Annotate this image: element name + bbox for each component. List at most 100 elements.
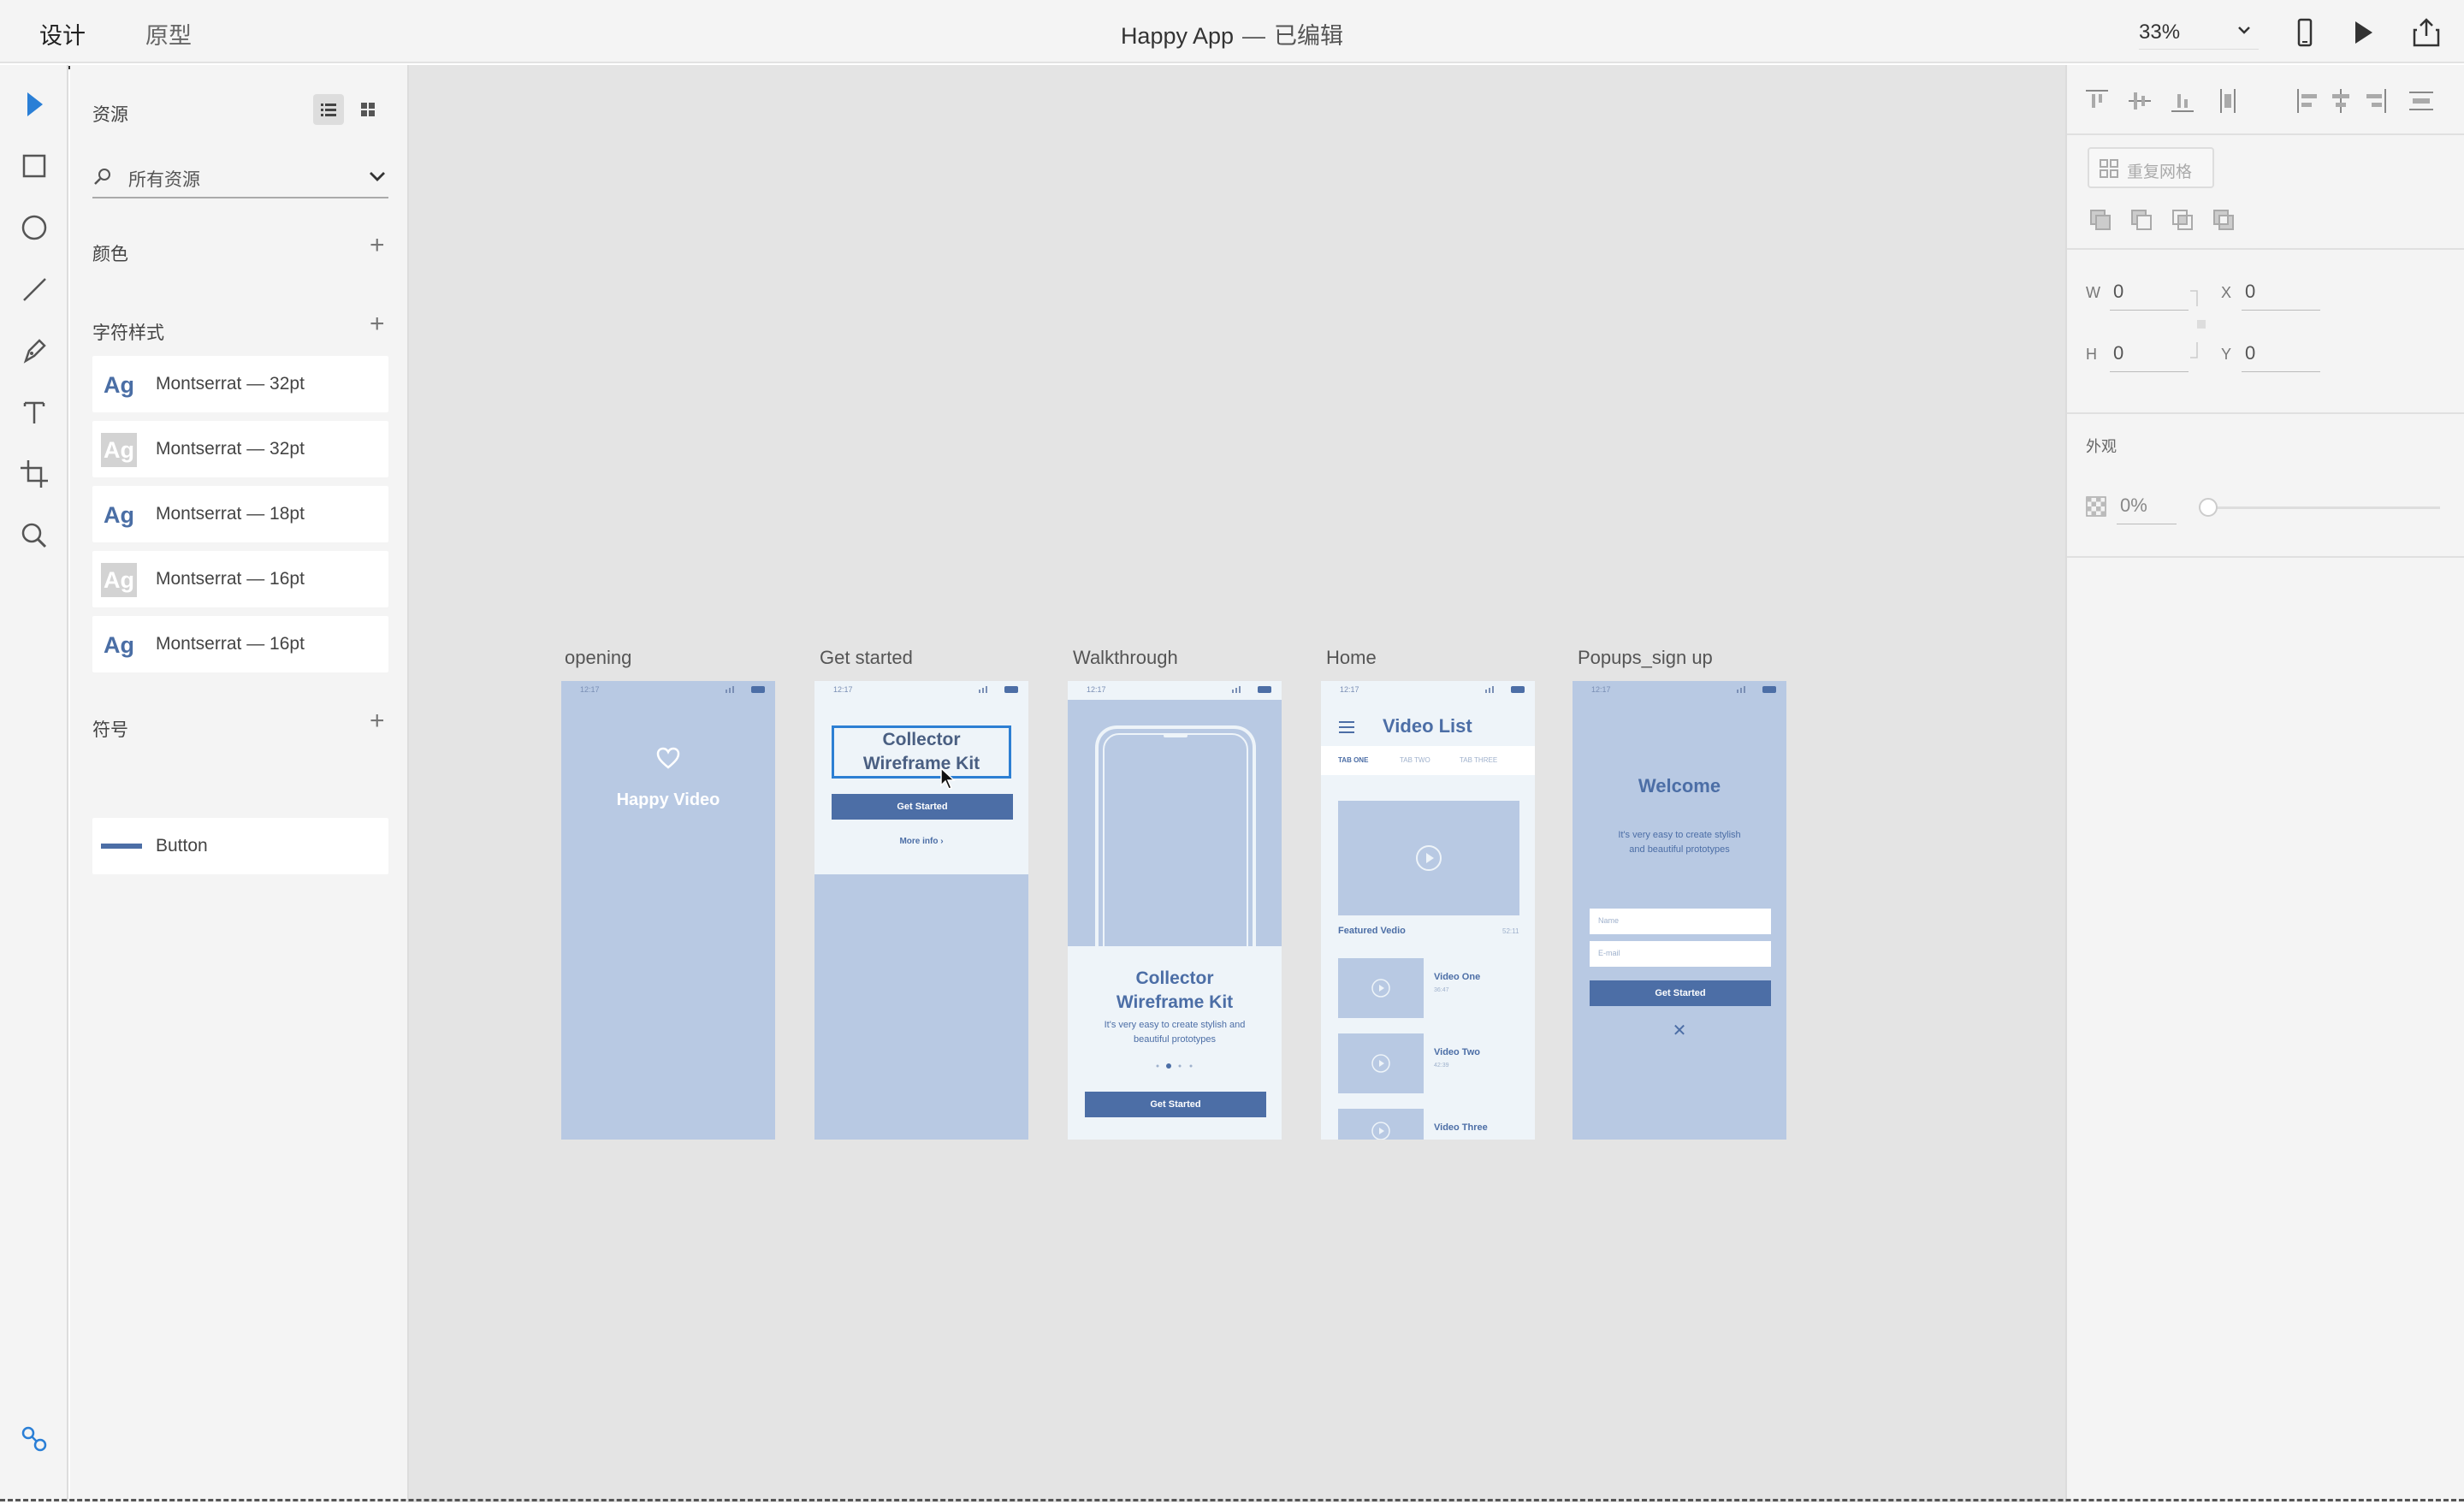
artboard-popup-signup[interactable]: 12:17 Welcome It's very easy to create s… bbox=[1573, 681, 1786, 1140]
title-separator: — bbox=[1242, 23, 1266, 49]
video-thumbnail[interactable] bbox=[1338, 958, 1424, 1018]
height-label: H bbox=[2086, 346, 2097, 363]
artboard-walkthrough[interactable]: 12:17 Collector Wireframe Kit It's very … bbox=[1068, 681, 1282, 1140]
char-style-item[interactable]: Ag Montserrat — 32pt bbox=[92, 356, 388, 412]
asset-filter[interactable]: 所有资源 bbox=[92, 154, 388, 198]
tab-two[interactable]: TAB TWO bbox=[1400, 756, 1430, 764]
artboard-label[interactable]: opening bbox=[565, 647, 631, 669]
artboard-label[interactable]: Popups_sign up bbox=[1578, 647, 1713, 669]
heart-icon bbox=[656, 747, 680, 769]
tab-one[interactable]: TAB ONE bbox=[1338, 756, 1368, 764]
selected-heading[interactable]: Collector Wireframe Kit bbox=[832, 725, 1011, 779]
char-style-preview: Ag bbox=[104, 502, 134, 528]
heading-line: Wireframe Kit bbox=[1116, 992, 1234, 1012]
x-value[interactable]: 0 bbox=[2245, 281, 2255, 303]
divider bbox=[2067, 556, 2464, 558]
status-time: 12:17 bbox=[1087, 685, 1106, 694]
battery-icon bbox=[1232, 686, 1271, 693]
artboard-opening[interactable]: 12:17 Happy Video bbox=[561, 681, 775, 1140]
char-style-preview: Ag bbox=[101, 563, 137, 597]
tab-three[interactable]: TAB THREE bbox=[1460, 756, 1497, 764]
artboard-icon[interactable] bbox=[17, 457, 51, 491]
battery-icon bbox=[726, 686, 765, 693]
artboard-home[interactable]: 12:17 Video List TAB ONE TAB TWO TAB THR… bbox=[1321, 681, 1535, 1140]
char-style-item[interactable]: Ag Montserrat — 32pt bbox=[92, 421, 388, 477]
get-started-button[interactable]: Get Started bbox=[832, 794, 1013, 820]
opacity-value[interactable]: 0% bbox=[2120, 494, 2147, 517]
char-style-item[interactable]: Ag Montserrat — 16pt bbox=[92, 616, 388, 672]
get-started-button[interactable]: Get Started bbox=[1590, 980, 1771, 1006]
opacity-slider[interactable] bbox=[2199, 498, 2440, 517]
close-icon[interactable]: ✕ bbox=[1573, 1020, 1786, 1041]
zoom-value: 33% bbox=[2139, 21, 2181, 44]
video-thumbnail[interactable] bbox=[1338, 1033, 1424, 1093]
width-label: W bbox=[2086, 284, 2100, 301]
plugins-icon[interactable] bbox=[17, 1422, 51, 1456]
list-view-button[interactable] bbox=[313, 94, 344, 125]
char-styles-section-label: 字符样式 bbox=[92, 323, 164, 343]
add-symbol-icon[interactable]: + bbox=[370, 707, 385, 736]
play-circle-icon bbox=[1416, 845, 1442, 871]
rectangle-icon[interactable] bbox=[17, 149, 51, 183]
edit-status: 已编辑 bbox=[1274, 23, 1344, 49]
walkthrough-heading: Collector Wireframe Kit bbox=[1068, 967, 1282, 1015]
featured-video-thumbnail[interactable] bbox=[1338, 801, 1519, 915]
artboard-label[interactable]: Walkthrough bbox=[1073, 647, 1178, 669]
char-style-item[interactable]: Ag Montserrat — 16pt bbox=[92, 551, 388, 607]
share-icon[interactable] bbox=[2411, 17, 2442, 48]
char-style-item[interactable]: Ag Montserrat — 18pt bbox=[92, 486, 388, 542]
divider bbox=[2067, 133, 2464, 135]
zoom-icon[interactable] bbox=[17, 518, 51, 553]
device-preview-icon[interactable] bbox=[2289, 17, 2320, 48]
phone-illustration bbox=[1095, 725, 1256, 948]
line-icon[interactable] bbox=[17, 272, 51, 306]
popup-body: It's very easy to create stylish and bea… bbox=[1573, 828, 1786, 857]
ellipse-icon[interactable] bbox=[17, 210, 51, 245]
name-field[interactable]: Name bbox=[1590, 909, 1771, 934]
hamburger-menu-icon[interactable] bbox=[1338, 720, 1355, 734]
artboard-label[interactable]: Get started bbox=[820, 647, 913, 669]
chevron-right-icon: › bbox=[940, 837, 944, 846]
more-info-label: More info bbox=[899, 837, 939, 846]
design-canvas[interactable]: opening Get started Walkthrough Home Pop… bbox=[409, 65, 2065, 1502]
more-info-link[interactable]: More info › bbox=[814, 837, 1028, 846]
chevron-down-icon bbox=[2238, 27, 2250, 34]
email-field[interactable]: E-mail bbox=[1590, 941, 1771, 967]
height-value[interactable]: 0 bbox=[2113, 342, 2123, 364]
add-color-icon[interactable]: + bbox=[370, 231, 385, 260]
video-duration: 36:47 bbox=[1434, 987, 1449, 993]
char-style-label: Montserrat — 16pt bbox=[156, 634, 305, 654]
width-value[interactable]: 0 bbox=[2113, 281, 2123, 303]
get-started-button[interactable]: Get Started bbox=[1085, 1092, 1266, 1117]
document-title: Happy App — 已编辑 bbox=[0, 17, 2464, 50]
width-underline bbox=[2110, 310, 2189, 311]
select-icon[interactable] bbox=[17, 87, 51, 121]
opacity-slider-knob[interactable] bbox=[2199, 498, 2218, 517]
video-thumbnail[interactable] bbox=[1338, 1109, 1424, 1140]
zoom-dropdown[interactable]: 33% bbox=[2139, 14, 2259, 50]
symbol-item[interactable]: Button bbox=[92, 818, 388, 874]
y-value[interactable]: 0 bbox=[2245, 342, 2255, 364]
boolean-ops bbox=[2090, 210, 2234, 230]
play-circle-icon bbox=[1371, 1122, 1390, 1140]
grid-view-icon[interactable] bbox=[352, 94, 383, 125]
top-bar: 设计 原型 Happy App — 已编辑 33% bbox=[0, 0, 2464, 69]
text-icon[interactable] bbox=[17, 395, 51, 429]
heading-line: Collector bbox=[882, 730, 961, 749]
home-title: Video List bbox=[1383, 715, 1472, 737]
char-style-preview: Ag bbox=[104, 372, 134, 398]
repeat-grid-button[interactable]: 重复网格 bbox=[2088, 147, 2214, 188]
home-tabs: TAB ONE TAB TWO TAB THREE bbox=[1321, 746, 1535, 775]
add-char-style-icon[interactable]: + bbox=[370, 310, 385, 339]
body-line: and beautiful prototypes bbox=[1629, 844, 1730, 855]
play-icon[interactable] bbox=[2348, 17, 2378, 48]
property-inspector: 重复网格 W 0 H 0 X 0 Y 0 外观 0% bbox=[2065, 65, 2464, 1502]
artboard-label[interactable]: Home bbox=[1326, 647, 1377, 669]
body-line: It's very easy to create stylish bbox=[1618, 830, 1741, 840]
lock-aspect-icon[interactable] bbox=[2190, 289, 2211, 361]
repeat-grid-label: 重复网格 bbox=[2127, 163, 2193, 181]
colors-section-label: 颜色 bbox=[92, 245, 128, 264]
page-indicator[interactable] bbox=[1153, 1063, 1196, 1069]
pen-icon[interactable] bbox=[17, 334, 51, 368]
artboard-get-started[interactable]: 12:17 Collector Wireframe Kit Get Starte… bbox=[814, 681, 1028, 1140]
